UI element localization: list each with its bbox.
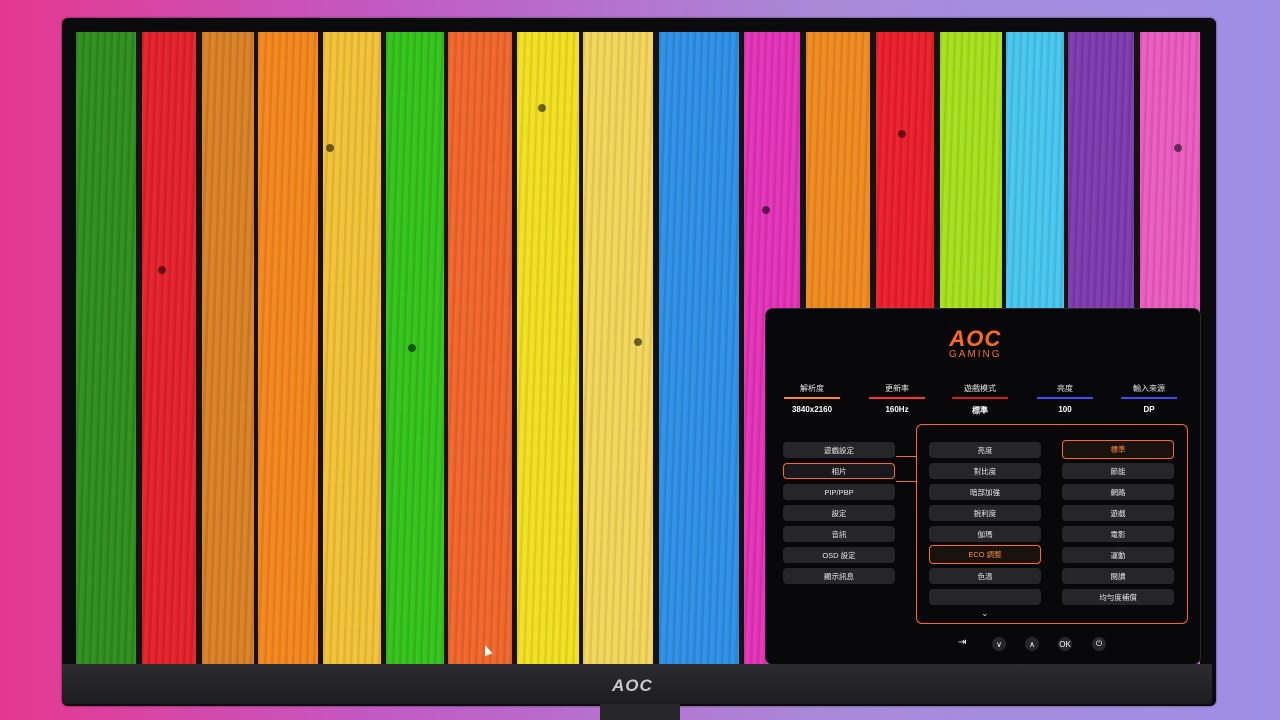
knot [634,338,642,346]
power-icon[interactable]: ⏻ [1092,637,1106,651]
logo-line2: GAMING [949,349,1002,360]
option-standard[interactable]: 標準 [1062,440,1174,459]
menu-information[interactable]: 顯示訊息 [783,568,895,584]
knot [408,344,416,352]
submenu-sharpness[interactable]: 銳利度 [929,505,1041,521]
stat-game-mode: 遊戲模式 標準 [952,383,1008,416]
menu-pip-pbp[interactable]: PIP/PBP [783,484,895,500]
stat-value: 160Hz [885,405,909,414]
knot [898,130,906,138]
stat-value: 100 [1058,405,1072,414]
stat-refresh-rate: 更新率 160Hz [869,383,925,414]
aoc-gaming-logo: AOC GAMING [949,326,1002,361]
stat-label: 解析度 [800,384,824,393]
plank [202,32,254,664]
submenu-gamma[interactable]: 伽瑪 [929,526,1041,542]
stat-bar [784,397,840,399]
chevron-down-icon: ⌄ [981,608,989,618]
stat-value: 3840x2160 [791,405,833,414]
ok-icon[interactable]: OK [1058,637,1072,651]
option-eco[interactable]: 節能 [1062,463,1174,479]
plank [323,32,381,664]
option-movie[interactable]: 電影 [1062,526,1174,542]
menu-picture[interactable]: 相片 [783,463,895,479]
stat-resolution: 解析度 3840x2160 [784,383,840,414]
monitor-stand [600,704,680,720]
submenu-connector [896,456,917,482]
option-uniformity[interactable]: 均勻度補償 [1062,589,1174,605]
stat-input-source: 輸入來源 DP [1121,383,1177,414]
option-internet[interactable]: 網路 [1062,484,1174,500]
bezel-brand-logo: AOC [612,676,653,695]
plank [583,32,653,664]
down-icon[interactable]: ∨ [992,637,1006,651]
stat-label: 輸入來源 [1133,384,1165,393]
option-sports[interactable]: 運動 [1062,547,1174,563]
submenu-brightness[interactable]: 亮度 [929,442,1041,458]
submenu-more[interactable] [929,589,1041,605]
submenu-shadow-control[interactable]: 暗部加強 [929,484,1041,500]
stat-label: 更新率 [885,384,909,393]
menu-osd-setup[interactable]: OSD 設定 [783,547,895,563]
option-game[interactable]: 遊戲 [1062,505,1174,521]
knot [762,206,770,214]
stat-brightness: 亮度 100 [1037,383,1093,414]
plank [517,32,579,664]
stat-value: DP [1143,405,1155,414]
stat-bar [1121,397,1177,399]
option-reading[interactable]: 閱讀 [1062,568,1174,584]
knot [326,144,334,152]
stat-label: 遊戲模式 [964,384,996,393]
input-icon[interactable]: ⇥ [958,637,966,648]
stat-bar [952,397,1008,399]
menu-audio[interactable]: 音訊 [783,526,895,542]
plank [76,32,136,664]
stat-value: 標準 [972,406,988,415]
plank [659,32,739,664]
knot [158,266,166,274]
logo-line1: AOC [949,326,1002,351]
up-icon[interactable]: ∧ [1025,637,1039,651]
stat-bar [869,397,925,399]
ok-label: OK [1059,639,1071,649]
plank [258,32,318,664]
submenu-contrast[interactable]: 對比度 [929,463,1041,479]
submenu-color-temp[interactable]: 色溫 [929,568,1041,584]
submenu-eco-mode[interactable]: ECO 調整 [929,545,1041,564]
plank [142,32,196,664]
menu-game-settings[interactable]: 遊戲設定 [783,442,895,458]
knot [538,104,546,112]
osd-menu: AOC GAMING 解析度 3840x2160 更新率 160Hz 遊戲模式 … [765,308,1201,665]
stat-bar [1037,397,1093,399]
menu-setup[interactable]: 設定 [783,505,895,521]
plank [448,32,512,664]
knot [1174,144,1182,152]
stat-label: 亮度 [1057,384,1073,393]
